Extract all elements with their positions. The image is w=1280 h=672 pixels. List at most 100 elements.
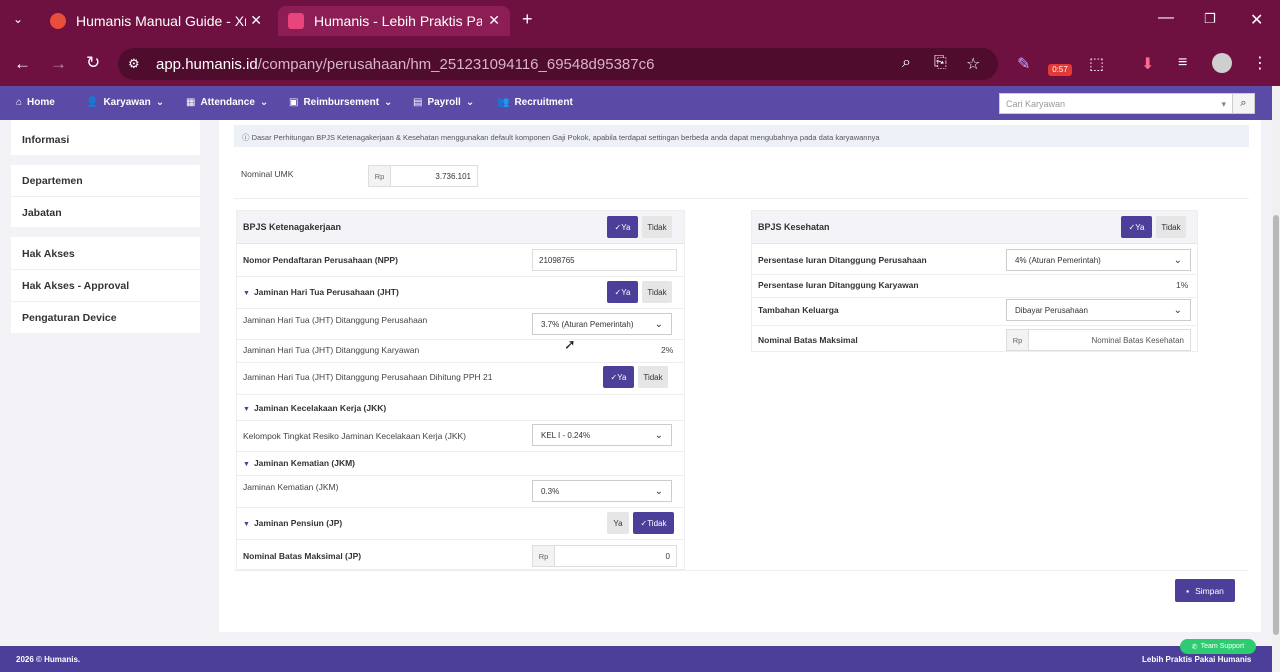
footer-tagline: Lebih Praktis Pakai Humanis xyxy=(1142,655,1252,664)
browser-tab-bar: ⌄ Humanis Manual Guide - Xmind ✕ Humanis… xyxy=(0,0,1280,42)
jht-yes-button[interactable]: ✓ Ya xyxy=(607,281,638,303)
divider xyxy=(237,308,684,309)
jp-max-input[interactable]: Rp 0 xyxy=(532,545,677,567)
tab-humanis-active[interactable]: Humanis - Lebih Praktis Pakai Humanis ✕ xyxy=(278,6,510,36)
jht-pph-no-button[interactable]: Tidak xyxy=(638,366,668,388)
minimize-icon[interactable]: — xyxy=(1158,9,1174,27)
jp-max-label: Nominal Batas Maksimal (JP) xyxy=(243,551,362,561)
extension-feather-icon[interactable]: ✎ xyxy=(1017,54,1030,74)
team-support-button[interactable]: ✆ Team Support xyxy=(1180,639,1256,654)
timer-badge[interactable]: 0:57 xyxy=(1048,64,1072,76)
umk-label: Nominal UMK xyxy=(241,169,294,179)
jht-pph-yes-button[interactable]: ✓ Ya xyxy=(603,366,634,388)
forward-icon[interactable]: → xyxy=(50,54,67,74)
dropdown-caret-icon: ▾ xyxy=(1221,99,1226,109)
url-field[interactable]: ⚙ app.humanis.id/company/perusahaan/hm_2… xyxy=(118,48,998,80)
kes-company-select[interactable]: 4% (Aturan Pemerintah) ⌄ xyxy=(1006,249,1191,271)
kes-max-input[interactable]: Rp Nominal Batas Kesehatan xyxy=(1006,329,1191,351)
tab-xmind[interactable]: Humanis Manual Guide - Xmind ✕ xyxy=(40,6,272,36)
nav-reimbursement[interactable]: ▣ Reimbursement ⌄ xyxy=(289,97,392,108)
jht-no-button[interactable]: Tidak xyxy=(642,281,672,303)
bpjs-kes-yes-button[interactable]: ✓ Ya xyxy=(1121,216,1152,238)
info-banner: ⓘ Dasar Perhitungan BPJS Ketenagakerjaan… xyxy=(234,125,1249,147)
user-edit-icon: 👤 xyxy=(86,97,99,108)
nav-karyawan[interactable]: 👤 Karyawan ⌄ xyxy=(86,97,164,108)
restore-icon[interactable]: ❐ xyxy=(1204,11,1216,27)
caret-down-icon: ▼ xyxy=(243,290,250,297)
scrollbar-thumb[interactable] xyxy=(1273,215,1279,635)
mouse-cursor-icon: ➚ xyxy=(564,336,576,352)
jkm-select[interactable]: 0.3% ⌄ xyxy=(532,480,672,502)
xmind-favicon-icon xyxy=(50,13,66,29)
jht-section-header[interactable]: ▼ Jaminan Hari Tua Perusahaan (JHT) xyxy=(243,287,399,297)
divider xyxy=(237,507,684,508)
chevron-down-icon: ⌄ xyxy=(654,318,663,330)
kes-family-label: Tambahan Keluarga xyxy=(758,305,839,315)
wallet-icon: ▤ xyxy=(413,97,423,108)
sidebar-item-hak-akses-approval[interactable]: Hak Akses - Approval xyxy=(22,280,129,292)
url-path: /company/perusahaan/hm_251231094116_6954… xyxy=(257,55,655,73)
media-control-icon[interactable]: ≡ xyxy=(1178,54,1187,72)
divider xyxy=(237,362,684,363)
home-icon: ⌂ xyxy=(16,97,23,108)
nav-home[interactable]: ⌂ Home xyxy=(16,97,55,108)
jht-company-select[interactable]: 3.7% (Aturan Pemerintah) ⌄ xyxy=(532,313,672,335)
kes-family-select[interactable]: Dibayar Perusahaan ⌄ xyxy=(1006,299,1191,321)
jp-section-header[interactable]: ▼ Jaminan Pensiun (JP) xyxy=(243,518,342,528)
nav-recruitment[interactable]: 👥 Recruitment xyxy=(497,97,573,108)
employee-search-input[interactable]: Cari Karyawan ▾ ⌕ xyxy=(999,93,1255,114)
sidebar-item-departemen[interactable]: Departemen xyxy=(22,175,83,187)
npp-input[interactable]: 21098765 xyxy=(532,249,677,271)
info-icon: ⓘ xyxy=(242,133,252,142)
divider xyxy=(237,420,684,421)
sidebar-item-jabatan[interactable]: Jabatan xyxy=(22,207,62,219)
zoom-icon[interactable]: ⌕ xyxy=(902,54,911,72)
browser-menu-icon[interactable]: ⋮ xyxy=(1252,53,1268,73)
divider xyxy=(237,475,684,476)
download-icon[interactable]: ⬇ xyxy=(1141,54,1154,74)
jkm-label: Jaminan Kematian (JKM) xyxy=(243,482,339,492)
jkk-section-header[interactable]: ▼ Jaminan Kecelakaan Kerja (JKK) xyxy=(243,403,386,413)
money-icon: ▣ xyxy=(289,97,299,108)
jkk-select[interactable]: KEL I - 0.24% ⌄ xyxy=(532,424,672,446)
divider xyxy=(752,325,1197,326)
umk-input[interactable]: Rp 3.736.101 xyxy=(368,165,478,187)
sidebar-item-pengaturan-device[interactable]: Pengaturan Device xyxy=(22,312,117,324)
close-tab-icon[interactable]: ✕ xyxy=(488,12,500,29)
bpjs-tk-no-button[interactable]: Tidak xyxy=(642,216,672,238)
jht-employee-value: 2% xyxy=(661,345,674,355)
whatsapp-icon: ✆ xyxy=(1191,643,1198,651)
calendar-icon: ▦ xyxy=(186,97,196,108)
close-window-icon[interactable]: ✕ xyxy=(1250,10,1263,30)
nav-payroll[interactable]: ▤ Payroll ⌄ xyxy=(413,97,474,108)
sidebar-item-hak-akses[interactable]: Hak Akses xyxy=(22,248,75,260)
back-icon[interactable]: ← xyxy=(14,54,31,74)
jkm-section-header[interactable]: ▼ Jaminan Kematian (JKM) xyxy=(243,458,355,468)
save-icon: ▪ xyxy=(1186,585,1190,596)
caret-down-icon: ▼ xyxy=(243,461,250,468)
check-icon: ✓ xyxy=(614,287,622,297)
jp-no-button[interactable]: ✓ Tidak xyxy=(633,512,674,534)
chevron-down-icon: ⌄ xyxy=(654,429,663,441)
nav-attendance[interactable]: ▦ Attendance ⌄ xyxy=(186,97,268,108)
bpjs-tk-yes-button[interactable]: ✓ Ya xyxy=(607,216,638,238)
new-tab-icon[interactable]: + xyxy=(522,9,533,30)
bpjs-kes-no-button[interactable]: Tidak xyxy=(1156,216,1186,238)
site-info-icon[interactable]: ⚙ xyxy=(128,56,140,72)
save-button[interactable]: ▪ Simpan xyxy=(1175,579,1235,602)
extensions-puzzle-icon[interactable]: ⬚ xyxy=(1089,54,1104,74)
install-app-icon[interactable]: ⎘ xyxy=(934,54,947,72)
search-icon[interactable]: ⌕ xyxy=(1232,94,1254,113)
bpjs-kes-title: BPJS Kesehatan xyxy=(758,222,830,232)
divider xyxy=(11,196,200,197)
profile-avatar[interactable] xyxy=(1212,53,1232,73)
app-footer: 2026 © Humanis. Lebih Praktis Pakai Huma… xyxy=(0,646,1272,672)
tab-search-chevron-icon[interactable]: ⌄ xyxy=(13,12,23,26)
jht-company-label: Jaminan Hari Tua (JHT) Ditanggung Perusa… xyxy=(243,315,428,325)
divider xyxy=(234,198,1249,199)
jp-yes-button[interactable]: Ya xyxy=(607,512,629,534)
sidebar-item-informasi[interactable]: Informasi xyxy=(22,134,69,146)
reload-icon[interactable]: ↻ xyxy=(86,53,100,73)
close-tab-icon[interactable]: ✕ xyxy=(250,12,262,29)
bookmark-star-icon[interactable]: ☆ xyxy=(966,54,980,74)
